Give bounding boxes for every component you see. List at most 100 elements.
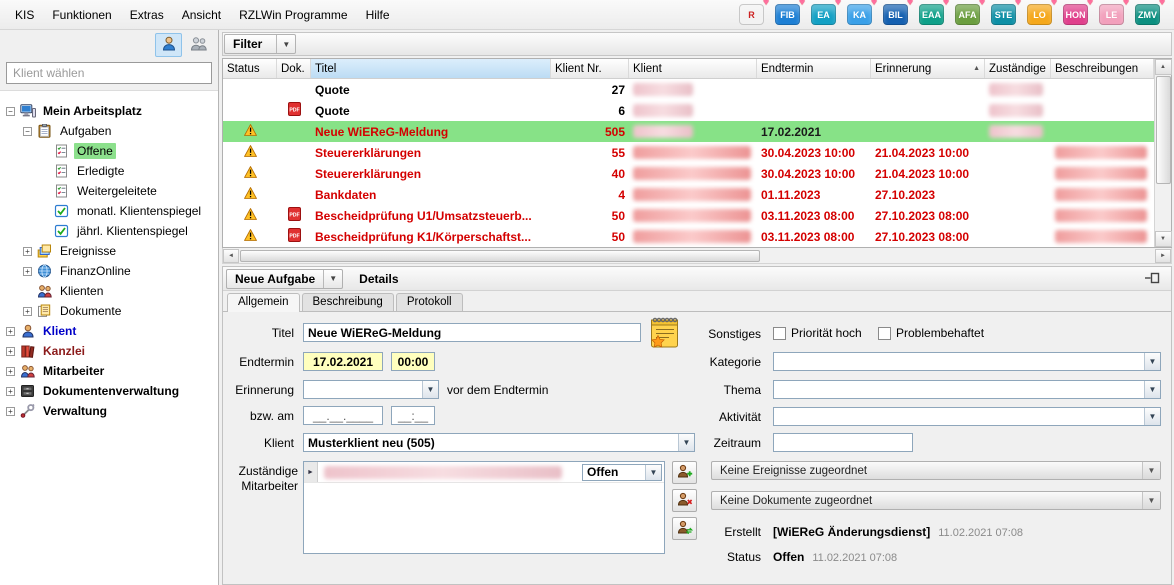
checkbox-icon[interactable]: [878, 327, 891, 340]
scroll-up-button[interactable]: ▲: [1155, 59, 1172, 75]
vertical-scrollbar[interactable]: ▲ ▼: [1154, 59, 1171, 247]
dokumente-section-bar[interactable]: Keine Dokumente zugeordnet ▼: [711, 491, 1161, 510]
aktivitaet-combo[interactable]: ▼: [773, 407, 1161, 426]
app-icon-afa[interactable]: AFA♥: [955, 4, 980, 25]
tree-item-erledigte[interactable]: Erledigte: [2, 161, 216, 181]
tab-allgemein[interactable]: Allgemein: [227, 293, 300, 312]
app-icon-lo[interactable]: LO♥: [1027, 4, 1052, 25]
checkbox-icon[interactable]: [773, 327, 786, 340]
tab-beschreibung[interactable]: Beschreibung: [302, 293, 394, 311]
tree-item-finanzonline[interactable]: +FinanzOnline: [2, 261, 216, 281]
table-row[interactable]: Quote27: [223, 79, 1154, 100]
kategorie-combo[interactable]: ▼: [773, 352, 1161, 371]
menu-item-kis[interactable]: KIS: [6, 2, 43, 28]
tree-item-weitergeleitete[interactable]: Weitergeleitete: [2, 181, 216, 201]
menu-item-funktionen[interactable]: Funktionen: [43, 2, 120, 28]
expand-icon[interactable]: +: [6, 387, 15, 396]
app-icon-ka[interactable]: KA♥: [847, 4, 872, 25]
scroll-left-button[interactable]: ◄: [223, 249, 239, 263]
chevron-down-icon[interactable]: ▼: [645, 465, 661, 480]
prioritaet-hoch-checkbox[interactable]: Priorität hoch: [773, 326, 862, 340]
chevron-down-icon[interactable]: ▼: [1144, 408, 1160, 425]
collapse-icon[interactable]: −: [23, 127, 32, 136]
expand-icon[interactable]: +: [6, 327, 15, 336]
tree-item-monatl-klientenspiegel[interactable]: monatl. Klientenspiegel: [2, 201, 216, 221]
add-assignee-button[interactable]: [672, 461, 697, 484]
chevron-down-icon[interactable]: ▼: [1144, 381, 1160, 398]
app-icon-hon[interactable]: HON♥: [1063, 4, 1088, 25]
column-header-dok[interactable]: Dok.: [277, 59, 311, 78]
tab-protokoll[interactable]: Protokoll: [396, 293, 463, 311]
column-header-endtermin[interactable]: Endtermin: [757, 59, 871, 78]
tree-item-jahrl-klientenspiegel[interactable]: jährl. Klientenspiegel: [2, 221, 216, 241]
expand-icon[interactable]: +: [23, 307, 32, 316]
column-header-klient-nr[interactable]: Klient Nr.: [551, 59, 629, 78]
app-icon-le[interactable]: LE♥: [1099, 4, 1124, 25]
tree-item-dokumentenverwaltung[interactable]: +Dokumentenverwaltung: [2, 381, 216, 401]
column-header-beschreibungen[interactable]: Beschreibungen: [1051, 59, 1154, 78]
chevron-down-icon[interactable]: ▼: [422, 381, 438, 398]
chevron-down-icon[interactable]: ▼: [1144, 353, 1160, 370]
tree-item-aufgaben[interactable]: −Aufgaben: [2, 121, 216, 141]
column-header-klient[interactable]: Klient: [629, 59, 757, 78]
chevron-down-icon[interactable]: ▼: [1142, 462, 1160, 479]
endtermin-time-input[interactable]: 00:00: [391, 352, 435, 371]
horizontal-scrollbar[interactable]: ◄ ►: [222, 248, 1172, 264]
expand-icon[interactable]: +: [6, 367, 15, 376]
bzw-time-input[interactable]: __:__: [391, 406, 435, 425]
app-icon-zmv[interactable]: ZMV♥: [1135, 4, 1160, 25]
table-row[interactable]: Bankdaten401.11.202327.10.2023: [223, 184, 1154, 205]
app-icon-ea[interactable]: EA♥: [811, 4, 836, 25]
column-header-zustandige[interactable]: Zuständige: [985, 59, 1051, 78]
collapse-icon[interactable]: −: [6, 107, 15, 116]
scroll-right-button[interactable]: ►: [1155, 249, 1171, 263]
ereignisse-section-bar[interactable]: Keine Ereignisse zugeordnet ▼: [711, 461, 1161, 480]
chevron-down-icon[interactable]: ▼: [276, 35, 295, 53]
expand-icon[interactable]: +: [23, 267, 32, 276]
single-client-button[interactable]: [155, 33, 182, 57]
remove-assignee-button[interactable]: [672, 489, 697, 512]
tree-item-mein-arbeitsplatz[interactable]: −Mein Arbeitsplatz: [2, 101, 216, 121]
app-icon-r[interactable]: R♥: [739, 4, 764, 25]
assignee-status-combo[interactable]: Offen ▼: [582, 464, 662, 481]
titel-input[interactable]: Neue WiEReG-Meldung: [303, 323, 641, 342]
table-row[interactable]: Steuererklärungen5530.04.2023 10:0021.04…: [223, 142, 1154, 163]
table-row[interactable]: Steuererklärungen4030.04.2023 10:0021.04…: [223, 163, 1154, 184]
table-row[interactable]: PDFBescheidprüfung K1/Körperschaftst...5…: [223, 226, 1154, 247]
menu-item-hilfe[interactable]: Hilfe: [357, 2, 399, 28]
expand-icon[interactable]: +: [6, 407, 15, 416]
expand-icon[interactable]: +: [23, 247, 32, 256]
table-row[interactable]: Neue WiEReG-Meldung50517.02.2021: [223, 121, 1154, 142]
erinnerung-combo[interactable]: ▼: [303, 380, 439, 399]
client-search-input[interactable]: [6, 62, 212, 84]
table-row[interactable]: PDFQuote6: [223, 100, 1154, 121]
app-icon-eaa[interactable]: EAA♥: [919, 4, 944, 25]
bzw-date-input[interactable]: __.__.____: [303, 406, 383, 425]
tree-item-ereignisse[interactable]: +Ereignisse: [2, 241, 216, 261]
endtermin-date-input[interactable]: 17.02.2021: [303, 352, 383, 371]
vertical-scroll-thumb[interactable]: [1156, 76, 1171, 184]
assignee-list[interactable]: ► Offen ▼: [303, 461, 665, 554]
table-row[interactable]: PDFBescheidprüfung U1/Umsatzsteuerb...50…: [223, 205, 1154, 226]
tree-item-kanzlei[interactable]: +Kanzlei: [2, 341, 216, 361]
tree-item-verwaltung[interactable]: +Verwaltung: [2, 401, 216, 421]
menu-item-ansicht[interactable]: Ansicht: [173, 2, 230, 28]
chevron-down-icon[interactable]: ▼: [1142, 492, 1160, 509]
column-header-titel[interactable]: Titel: [311, 59, 551, 78]
assignee-row[interactable]: ► Offen ▼: [304, 462, 664, 483]
thema-combo[interactable]: ▼: [773, 380, 1161, 399]
scroll-down-button[interactable]: ▼: [1155, 231, 1172, 247]
tree-item-dokumente[interactable]: +Dokumente: [2, 301, 216, 321]
pin-button[interactable]: [1136, 269, 1168, 288]
tree-item-offene[interactable]: Offene: [2, 141, 216, 161]
menu-item-extras[interactable]: Extras: [121, 2, 173, 28]
horizontal-scroll-thumb[interactable]: [240, 250, 760, 262]
expand-icon[interactable]: +: [6, 347, 15, 356]
zeitraum-input[interactable]: [773, 433, 913, 452]
new-task-button[interactable]: Neue Aufgabe ▼: [226, 269, 343, 289]
chevron-down-icon[interactable]: ▼: [323, 270, 342, 288]
tree-item-mitarbeiter[interactable]: +Mitarbeiter: [2, 361, 216, 381]
column-header-erinnerung[interactable]: Erinnerung▲: [871, 59, 985, 78]
menu-item-rzlwin-programme[interactable]: RZLWin Programme: [230, 2, 356, 28]
tree-item-klienten[interactable]: Klienten: [2, 281, 216, 301]
